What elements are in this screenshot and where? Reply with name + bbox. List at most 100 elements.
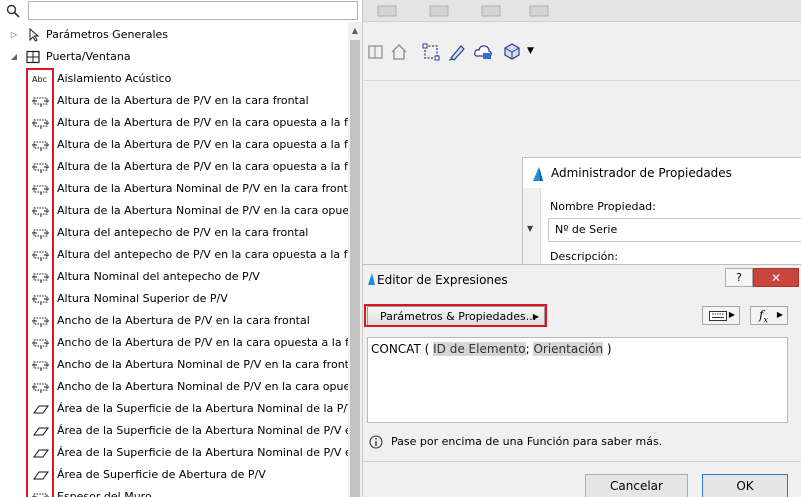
dropdown-arrow-icon[interactable]: ▼ (527, 46, 534, 56)
tree-item[interactable]: Altura Nominal Superior de P/V (0, 288, 350, 310)
tree-item-label: Área de la Superficie de la Abertura Nom… (57, 446, 350, 459)
pointer-arrow-icon (29, 28, 40, 42)
ok-button[interactable]: OK (702, 474, 788, 497)
expression-input[interactable]: CONCAT ( ID de Elemento; Orientación ) (367, 337, 788, 423)
3d-view-icon[interactable] (501, 42, 521, 62)
tree-item[interactable]: Altura de la Abertura de P/V en la cara … (0, 156, 350, 178)
expr-close-paren: ) (606, 342, 612, 356)
tree-item-label: Altura de la Abertura de P/V en la cara … (57, 138, 350, 151)
tab-icon[interactable] (377, 5, 397, 17)
tree-item-label: Área de Superficie de Abertura de P/V (57, 468, 266, 481)
area-icon (33, 405, 49, 414)
tree-item[interactable]: Altura del antepecho de P/V en la cara o… (0, 244, 350, 266)
tree-item-label: Altura Nominal Superior de P/V (57, 292, 228, 305)
expr-separator: ; (525, 342, 530, 356)
function-fx-icon: fx (759, 308, 768, 325)
tab-icon[interactable] (481, 5, 501, 17)
app-logo-icon (533, 167, 543, 181)
chevron-down-icon[interactable]: ▼ (527, 224, 533, 233)
app-logo-icon (368, 273, 375, 285)
tree-item[interactable]: Altura de la Abertura de P/V en la cara … (0, 112, 350, 134)
tree-item[interactable]: Ancho de la Abertura Nominal de P/V en l… (0, 354, 350, 376)
expr-token-orientation[interactable]: Orientación (533, 342, 604, 356)
tree-scrollbar[interactable]: ▲ (348, 22, 362, 497)
tree-item-label: Ancho de la Abertura de P/V en la cara f… (57, 314, 310, 327)
scroll-up-arrow-icon[interactable]: ▲ (348, 26, 362, 36)
tree-item-label: Altura de la Abertura Nominal de P/V en … (57, 182, 350, 195)
property-name-label: Nombre Propiedad: (550, 200, 656, 213)
dimension-icon (32, 207, 49, 217)
dimension-icon (32, 229, 49, 239)
canvas-area (363, 80, 801, 155)
tree-item[interactable]: Área de la Superficie de la Abertura Nom… (0, 420, 350, 442)
tree-item[interactable]: Abc Aislamiento Acústico (0, 68, 350, 90)
property-name-field[interactable]: Nº de Serie (548, 218, 801, 242)
tree-item[interactable]: Altura de la Abertura de P/V en la cara … (0, 90, 350, 112)
tree-item[interactable]: Altura Nominal del antepecho de P/V (0, 266, 350, 288)
area-icon (33, 449, 49, 458)
tree-item[interactable]: Altura del antepecho de P/V en la cara f… (0, 222, 350, 244)
close-button[interactable]: ✕ (753, 268, 799, 287)
view-toolbar: ▼ (363, 36, 553, 70)
help-button[interactable]: ? (725, 268, 753, 287)
tree-item[interactable]: Área de Superficie de Abertura de P/V (0, 464, 350, 486)
tree-group-general-params[interactable]: ▷ Parámetros Generales (0, 24, 340, 46)
tree-item[interactable]: Altura de la Abertura de P/V en la cara … (0, 134, 350, 156)
tree-group-door-window[interactable]: ◢ Puerta/Ventana (0, 46, 340, 68)
tree-item-label: Ancho de la Abertura Nominal de P/V en l… (57, 380, 350, 393)
chevron-right-icon: ▶ (532, 312, 539, 321)
expr-token-element-id[interactable]: ID de Elemento (433, 342, 526, 356)
area-icon (33, 471, 49, 480)
tree-item[interactable]: Ancho de la Abertura Nominal de P/V en l… (0, 376, 350, 398)
dimension-icon (32, 163, 49, 173)
tree-item-label: Área de la Superficie de la Abertura Nom… (57, 402, 350, 415)
function-menu-button[interactable]: fx ▶ (750, 306, 788, 325)
dimension-icon (32, 185, 49, 195)
main-window: ▼ Administrador de Propiedades ▼ Nombre … (363, 0, 801, 497)
parameters-properties-button[interactable]: Parámetros & Propiedades... ▶ (367, 306, 545, 327)
tree-group-label: Parámetros Generales (46, 28, 169, 41)
chevron-right-icon[interactable]: ▷ (9, 24, 19, 46)
keyboard-icon (709, 311, 727, 321)
select-frame-icon[interactable] (421, 42, 441, 62)
tree-item[interactable]: Altura de la Abertura Nominal de P/V en … (0, 178, 350, 200)
tree-item[interactable]: Ancho de la Abertura de P/V en la cara f… (0, 310, 350, 332)
chevron-down-icon[interactable]: ◢ (9, 46, 19, 68)
tree-item[interactable]: Área de la Superficie de la Abertura Nom… (0, 442, 350, 464)
dialog-title: Editor de Expresiones (377, 273, 508, 287)
cloud-sync-icon[interactable] (473, 42, 493, 62)
expr-function: CONCAT ( (371, 342, 430, 356)
scrollbar-thumb[interactable] (350, 40, 360, 497)
chevron-right-icon: ▶ (728, 310, 735, 319)
dimension-icon (32, 317, 49, 327)
dimension-icon (32, 141, 49, 151)
home-icon[interactable] (389, 42, 409, 62)
tree-item-label: Aislamiento Acústico (57, 72, 172, 85)
tree-item-label: Ancho de la Abertura de P/V en la cara o… (57, 336, 350, 349)
dimension-icon (32, 273, 49, 283)
tree-item-label: Área de la Superficie de la Abertura Nom… (57, 424, 350, 437)
dimension-icon (32, 361, 49, 371)
tab-icon[interactable] (529, 5, 549, 17)
tree-search-input[interactable] (28, 1, 358, 20)
dimension-icon (32, 383, 49, 393)
edit-pen-icon[interactable] (447, 42, 467, 62)
dimension-icon (32, 97, 49, 107)
tree-item[interactable]: Área de la Superficie de la Abertura Nom… (0, 398, 350, 420)
info-text: Pase por encima de una Función para sabe… (391, 435, 663, 448)
search-icon[interactable] (6, 4, 20, 18)
tree-item[interactable]: Altura de la Abertura Nominal de P/V en … (0, 200, 350, 222)
info-hint: Pase por encima de una Función para sabe… (369, 435, 662, 449)
abc-text-icon: Abc (32, 75, 47, 84)
tree-item-label: Ancho de la Abertura Nominal de P/V en l… (57, 358, 350, 371)
keyboard-menu-button[interactable]: ▶ (702, 306, 740, 325)
dimension-icon (32, 493, 49, 497)
property-manager-dialog: Administrador de Propiedades ▼ Nombre Pr… (522, 157, 801, 273)
parameter-tree-panel: ▷ Parámetros Generales ◢ Puerta/Ventana … (0, 0, 363, 497)
cancel-button[interactable]: Cancelar (585, 474, 688, 497)
tree-item[interactable]: Ancho de la Abertura de P/V en la cara o… (0, 332, 350, 354)
fit-view-icon[interactable] (367, 42, 387, 62)
tab-icon[interactable] (429, 5, 449, 17)
tree-item-label: Altura de la Abertura de P/V en la cara … (57, 94, 309, 107)
tree-item[interactable]: Espesor del Muro (0, 486, 350, 497)
